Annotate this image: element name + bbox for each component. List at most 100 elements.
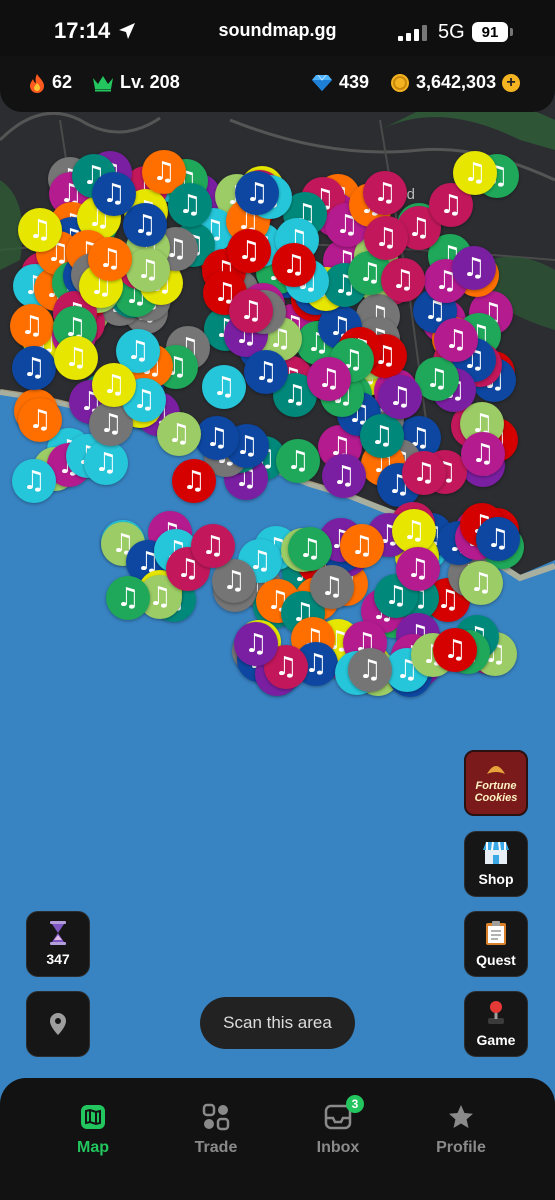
quest-button[interactable]: Quest	[464, 911, 528, 977]
music-pin[interactable]: ♫	[340, 524, 384, 568]
nav-map-label: Map	[77, 1139, 109, 1156]
add-coins-button[interactable]: +	[502, 73, 521, 92]
music-pin[interactable]: ♫	[288, 527, 332, 571]
music-pin[interactable]: ♫	[168, 183, 212, 227]
music-note-icon: ♫	[407, 213, 431, 243]
music-pin[interactable]: ♫	[12, 459, 56, 503]
music-pin[interactable]: ♫	[310, 565, 354, 609]
music-pin[interactable]: ♫	[459, 561, 503, 605]
music-pin[interactable]: ♫	[18, 208, 62, 252]
music-note-icon: ♫	[320, 572, 344, 602]
map-icon	[81, 1105, 105, 1129]
music-pin[interactable]: ♫	[123, 203, 167, 247]
music-pin[interactable]: ♫	[88, 237, 132, 281]
music-note-icon: ♫	[244, 629, 268, 659]
music-pin[interactable]: ♫	[234, 622, 278, 666]
music-pin[interactable]: ♫	[348, 648, 392, 692]
music-pin[interactable]: ♫	[157, 412, 201, 456]
music-pin[interactable]: ♫	[322, 454, 366, 498]
music-pin[interactable]: ♫	[364, 216, 408, 260]
music-note-icon: ♫	[133, 210, 157, 240]
music-pin[interactable]: ♫	[12, 346, 56, 390]
shop-button[interactable]: Shop	[464, 831, 528, 897]
music-note-icon: ♫	[406, 554, 430, 584]
music-pin[interactable]: ♫	[378, 375, 422, 419]
music-pin[interactable]: ♫	[92, 172, 136, 216]
joystick-icon	[488, 1001, 504, 1024]
music-pin[interactable]: ♫	[452, 246, 496, 290]
music-pin[interactable]: ♫	[229, 289, 273, 333]
music-pin[interactable]: ♫	[227, 229, 271, 273]
quest-label: Quest	[476, 952, 516, 968]
game-button[interactable]: Game	[464, 991, 528, 1057]
fortune-cookies-label: Fortune Cookies	[474, 779, 518, 804]
hourglass-icon	[50, 921, 66, 945]
music-note-icon: ♫	[388, 382, 412, 412]
scan-area-button[interactable]: Scan this area	[200, 997, 355, 1049]
music-pin[interactable]: ♫	[54, 336, 98, 380]
music-note-icon: ♫	[463, 158, 487, 188]
music-note-icon: ♫	[373, 178, 397, 208]
star-icon	[449, 1105, 473, 1128]
music-pin[interactable]: ♫	[461, 432, 505, 476]
nav-trade[interactable]: Trade	[166, 1103, 266, 1157]
music-pin[interactable]: ♫	[272, 243, 316, 287]
nav-profile[interactable]: Profile	[411, 1103, 511, 1157]
music-pin[interactable]: ♫	[235, 171, 279, 215]
music-pin[interactable]: ♫	[191, 524, 235, 568]
music-pin[interactable]: ♫	[433, 628, 477, 672]
music-note-icon: ♫	[391, 265, 415, 295]
music-pin[interactable]: ♫	[360, 414, 404, 458]
music-pin[interactable]: ♫	[244, 350, 288, 394]
flame-icon	[30, 73, 44, 93]
music-note-icon: ♫	[132, 385, 156, 415]
recenter-location-button[interactable]	[26, 991, 90, 1057]
timer-button[interactable]: 347	[26, 911, 90, 977]
music-pin[interactable]: ♫	[276, 439, 320, 483]
shop-icon	[483, 841, 509, 864]
music-pin[interactable]: ♫	[106, 576, 150, 620]
nav-map[interactable]: Map	[43, 1103, 143, 1157]
music-pin[interactable]: ♫	[172, 459, 216, 503]
music-pin[interactable]: ♫	[92, 363, 136, 407]
top-hud: 62 Lv. 208 439 3,642,303 +	[0, 56, 555, 112]
bottom-nav: Map Trade 3 Inbox Profile	[0, 1078, 555, 1200]
nav-inbox[interactable]: 3 Inbox	[288, 1095, 388, 1157]
coin-value: 3,642,303	[416, 72, 497, 92]
streak-counter[interactable]: 62	[28, 72, 72, 93]
music-pin[interactable]: ♫	[126, 248, 170, 292]
music-pin[interactable]: ♫	[363, 171, 407, 215]
music-pin[interactable]: ♫	[18, 398, 62, 442]
music-pin[interactable]: ♫	[434, 318, 478, 362]
music-note-icon: ♫	[358, 655, 382, 685]
gem-counter[interactable]: 439	[311, 72, 369, 93]
music-note-icon: ♫	[126, 336, 150, 366]
music-pin[interactable]: ♫	[476, 517, 520, 561]
music-note-icon: ♫	[444, 325, 468, 355]
music-note-icon: ♫	[102, 370, 126, 400]
music-note-icon: ♫	[282, 250, 306, 280]
music-pin[interactable]: ♫	[307, 357, 351, 401]
music-note-icon: ♫	[471, 439, 495, 469]
fortune-cookies-button[interactable]: Fortune Cookies	[464, 750, 528, 816]
music-pin[interactable]: ♫	[84, 441, 128, 485]
coin-counter[interactable]: 3,642,303 +	[390, 72, 521, 93]
music-note-icon: ♫	[286, 446, 310, 476]
music-note-icon: ♫	[178, 190, 202, 220]
shop-label: Shop	[478, 871, 514, 887]
music-pin[interactable]: ♫	[381, 258, 425, 302]
crown-icon	[93, 75, 113, 91]
level-indicator[interactable]: Lv. 208	[92, 72, 180, 93]
music-note-icon: ♫	[443, 635, 467, 665]
music-pin[interactable]: ♫	[396, 547, 440, 591]
music-pin[interactable]: ♫	[202, 365, 246, 409]
music-note-icon: ♫	[99, 409, 123, 439]
music-note-icon: ♫	[205, 423, 229, 453]
music-pin[interactable]: ♫	[10, 304, 54, 348]
music-pin[interactable]: ♫	[402, 451, 446, 495]
music-pin[interactable]: ♫	[453, 151, 497, 195]
location-pin-icon	[50, 1013, 66, 1035]
music-note-icon: ♫	[239, 296, 263, 326]
signal-icon	[398, 25, 427, 41]
music-pin[interactable]: ♫	[195, 416, 239, 460]
